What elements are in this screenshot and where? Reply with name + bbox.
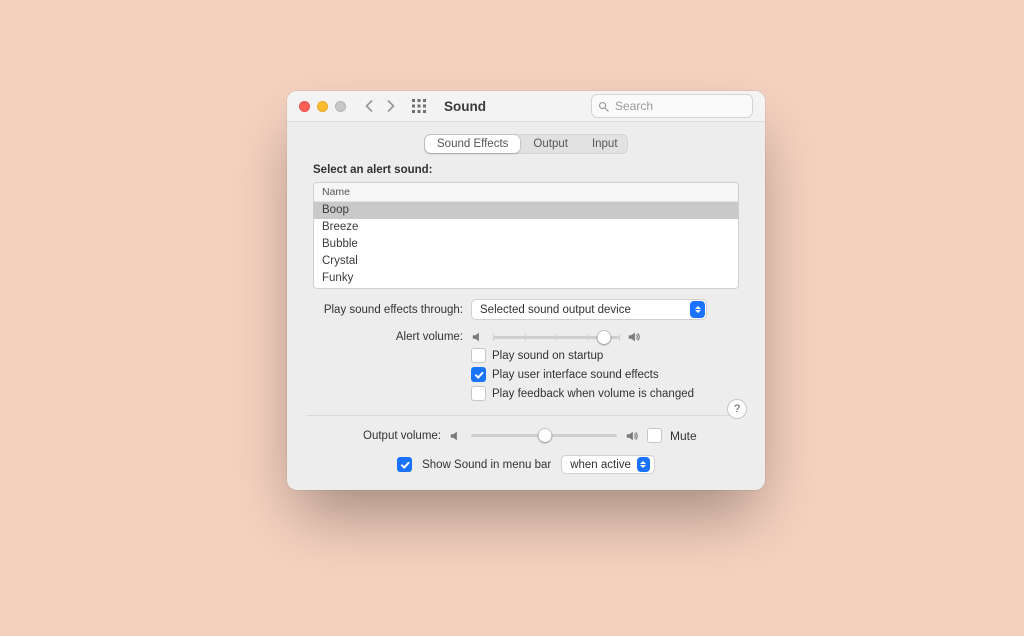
- divider: [307, 415, 745, 416]
- alert-sound-list[interactable]: Name Boop Breeze Bubble Crystal Funky He…: [313, 182, 739, 289]
- list-item[interactable]: Breeze: [314, 219, 738, 236]
- alert-volume-label: Alert volume:: [313, 331, 463, 343]
- list-item[interactable]: Bubble: [314, 236, 738, 253]
- search-input[interactable]: Search: [591, 94, 753, 118]
- back-button[interactable]: [364, 99, 375, 113]
- show-all-icon[interactable]: [412, 99, 426, 113]
- list-item[interactable]: Heroine: [314, 287, 738, 288]
- play-through-value: Selected sound output device: [480, 304, 631, 316]
- show-in-menubar-checkbox[interactable]: [397, 457, 412, 472]
- output-volume-label: Output volume:: [313, 430, 441, 442]
- mute-checkbox[interactable]: [647, 428, 662, 443]
- chevron-up-down-icon: [637, 457, 650, 472]
- play-through-label: Play sound effects through:: [313, 304, 463, 316]
- output-volume-slider[interactable]: [449, 429, 639, 443]
- list-item[interactable]: Crystal: [314, 253, 738, 270]
- search-placeholder: Search: [615, 99, 653, 113]
- chevron-up-down-icon: [690, 301, 705, 318]
- alert-list-header: Name: [314, 183, 738, 202]
- startup-sound-label: Play sound on startup: [492, 350, 603, 362]
- startup-sound-checkbox[interactable]: [471, 348, 486, 363]
- sound-preferences-window: Sound Search Sound Effects Output Input …: [287, 91, 765, 490]
- volume-feedback-checkbox[interactable]: [471, 386, 486, 401]
- list-item[interactable]: Boop: [314, 202, 738, 219]
- mute-label: Mute: [670, 429, 697, 443]
- tab-input[interactable]: Input: [580, 134, 630, 154]
- help-button[interactable]: ?: [727, 399, 747, 419]
- list-item[interactable]: Funky: [314, 270, 738, 287]
- alert-sound-section-label: Select an alert sound:: [313, 164, 739, 176]
- window-controls: [299, 101, 346, 112]
- menubar-mode-value: when active: [570, 459, 631, 471]
- window-title: Sound: [444, 99, 486, 114]
- speaker-high-icon: [625, 429, 639, 443]
- titlebar: Sound Search: [287, 91, 765, 122]
- alert-volume-slider[interactable]: [471, 330, 641, 344]
- tab-output[interactable]: Output: [521, 134, 580, 154]
- alert-list-rows: Boop Breeze Bubble Crystal Funky Heroine: [314, 202, 738, 288]
- tab-sound-effects[interactable]: Sound Effects: [425, 135, 520, 153]
- zoom-button[interactable]: [335, 101, 346, 112]
- window-body: Sound Effects Output Input Select an ale…: [287, 122, 765, 490]
- forward-button[interactable]: [385, 99, 396, 113]
- tab-bar: Sound Effects Output Input: [424, 134, 628, 154]
- speaker-low-icon: [471, 330, 485, 344]
- speaker-high-icon: [627, 330, 641, 344]
- search-icon: [598, 101, 609, 112]
- minimize-button[interactable]: [317, 101, 328, 112]
- show-in-menubar-label: Show Sound in menu bar: [422, 459, 551, 471]
- volume-feedback-label: Play feedback when volume is changed: [492, 388, 694, 400]
- play-through-select[interactable]: Selected sound output device: [471, 299, 707, 320]
- ui-sounds-checkbox[interactable]: [471, 367, 486, 382]
- speaker-low-icon: [449, 429, 463, 443]
- close-button[interactable]: [299, 101, 310, 112]
- menubar-mode-select[interactable]: when active: [561, 455, 655, 474]
- ui-sounds-label: Play user interface sound effects: [492, 369, 659, 381]
